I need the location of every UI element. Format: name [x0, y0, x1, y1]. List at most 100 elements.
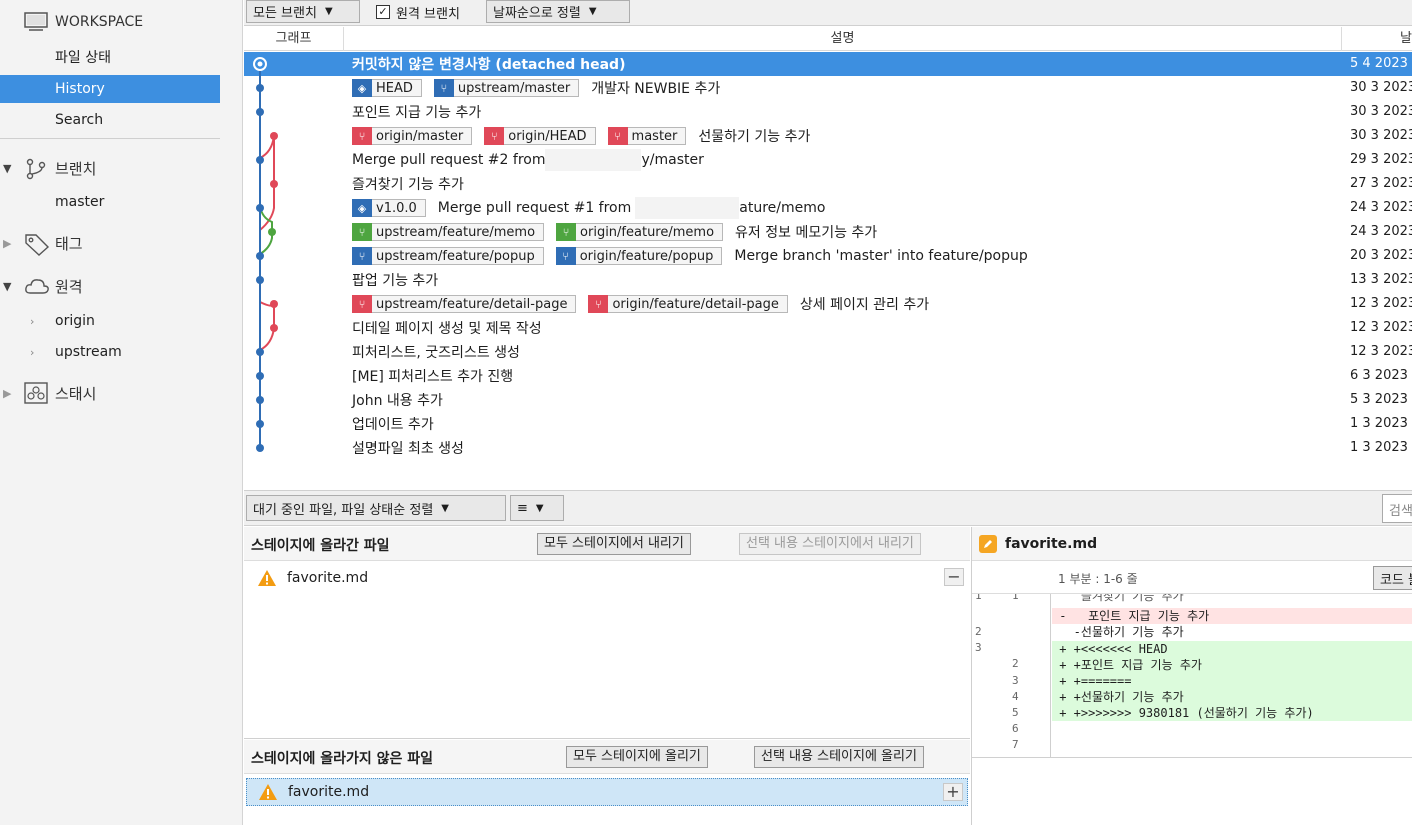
search-input[interactable]: 검색 — [1382, 494, 1412, 523]
stash-header[interactable]: ▶ 스태시 — [0, 379, 243, 407]
branch-icon: ⑂ — [433, 79, 454, 97]
stage-file-button[interactable]: + — [943, 783, 963, 801]
graph-node[interactable] — [270, 300, 278, 308]
branch-badge[interactable]: ⑂ upstream/feature/memo — [352, 223, 545, 241]
remote-branches-checkbox[interactable]: ✓ — [376, 5, 390, 19]
hunk-action-button[interactable]: 코드 블록 — [1373, 566, 1412, 590]
view-mode-dropdown[interactable]: ≡ ▼ — [510, 495, 564, 521]
tags-header[interactable]: ▶ 태그 — [0, 229, 243, 257]
diff-line-removed[interactable]: 2 - 포인트 지급 기능 추가 — [972, 608, 1412, 638]
commit-row[interactable]: ◈ HEAD ⑂ upstream/master 개발자 NEWBIE 추가 30 … — [244, 76, 1412, 100]
branch-badge[interactable]: ⑂ upstream/feature/popup — [352, 247, 544, 265]
commit-description: 상세 페이지 관리 추가 — [799, 297, 930, 313]
sidebar-item-file-status[interactable]: 파일 상태 — [0, 43, 220, 71]
branch-badge[interactable]: ⑂ upstream/master — [433, 79, 580, 97]
sidebar-item-search[interactable]: Search — [0, 106, 220, 134]
tag-badge[interactable]: ◈ v1.0.0 — [352, 199, 426, 217]
graph-node[interactable] — [256, 276, 264, 284]
chevron-down-icon[interactable]: ▼ — [3, 280, 15, 293]
diff-line[interactable]: 3 2 -선물하기 기능 추가 — [972, 624, 1412, 670]
commit-row[interactable]: ⑂ upstream/feature/popup ⑂ origin/feature/… — [244, 244, 1412, 268]
remotes-header[interactable]: ▼ 원격 — [0, 272, 243, 300]
graph-node[interactable] — [256, 204, 264, 212]
remote-branches-toggle[interactable]: ✓ 원격 브랜치 — [376, 2, 460, 22]
graph-node[interactable] — [256, 444, 264, 452]
diff-panel: favorite.md 1 부분 : 1-6 줄 코드 블록 1 1 즐겨찾기 … — [971, 527, 1412, 825]
commit-row[interactable]: 설명파일 최초 생성 1 3 2023 — [244, 436, 1412, 460]
commit-row[interactable]: Merge pull request #2 from y/master 29 3… — [244, 148, 1412, 172]
sidebar-item-history[interactable]: History — [0, 75, 220, 103]
graph-node[interactable] — [270, 324, 278, 332]
unstage-file-button[interactable]: − — [944, 568, 964, 586]
commit-description: Merge branch 'master' into feature/popup — [734, 248, 1028, 264]
stash-label: 스태시 — [55, 384, 97, 403]
diff-line-text: - 포인트 지급 기능 추가 — [1052, 608, 1412, 624]
graph-node[interactable] — [256, 348, 264, 356]
chevron-right-icon[interactable]: ▶ — [3, 387, 15, 400]
workspace-header[interactable]: WORKSPACE — [0, 8, 243, 36]
diff-line-added[interactable]: 6 + +선물하기 기능 추가 — [972, 689, 1412, 735]
sidebar-item-remote-origin[interactable]: › origin — [0, 307, 220, 335]
staged-file-row[interactable]: favorite.md − — [246, 564, 968, 592]
column-header-description[interactable]: 설명 — [344, 27, 1342, 51]
commit-row[interactable]: 커밋하지 않은 변경사항 (detached head) 5 4 2023 — [244, 52, 1412, 76]
unstage-selected-button[interactable]: 선택 내용 스테이지에서 내리기 — [739, 533, 921, 555]
sidebar-item-branch-master[interactable]: master — [0, 188, 220, 216]
stage-selected-button[interactable]: 선택 내용 스테이지에 올리기 — [754, 746, 924, 768]
graph-node[interactable] — [256, 252, 264, 260]
branch-badge[interactable]: ⑂ upstream/feature/detail-page — [352, 295, 577, 313]
column-header-date[interactable]: 날 — [1342, 27, 1412, 51]
commit-description-cell: ⑂ upstream/feature/detail-page ⑂ origin/fe… — [352, 292, 929, 316]
commit-row[interactable]: [ME] 피처리스트 추가 진행 6 3 2023 — [244, 364, 1412, 388]
chevron-right-icon[interactable]: ▶ — [3, 237, 15, 250]
branch-badge[interactable]: ⑂ origin/feature/memo — [556, 223, 724, 241]
commit-row[interactable]: 디테일 페이지 생성 및 제목 작성 12 3 2023 — [244, 316, 1412, 340]
commit-row[interactable]: 즐겨찾기 기능 추가 27 3 2023 — [244, 172, 1412, 196]
branch-badge[interactable]: ⑂ origin/feature/popup — [555, 247, 723, 265]
unstaged-file-row[interactable]: favorite.md + — [246, 778, 968, 806]
graph-node[interactable] — [256, 108, 264, 116]
sort-order-dropdown[interactable]: 날짜순으로 정렬 ▼ — [486, 0, 630, 23]
column-header-graph[interactable]: 그래프 — [244, 27, 344, 51]
graph-node[interactable] — [256, 396, 264, 404]
graph-node[interactable] — [256, 420, 264, 428]
stage-all-button[interactable]: 모두 스테이지에 올리기 — [566, 746, 708, 768]
commit-row[interactable]: ⑂ upstream/feature/memo ⑂ origin/feature/m… — [244, 220, 1412, 244]
graph-node[interactable] — [256, 372, 264, 380]
sidebar-divider — [0, 138, 220, 139]
unstage-all-button[interactable]: 모두 스테이지에서 내리기 — [537, 533, 691, 555]
commit-row[interactable]: 업데이트 추가 1 3 2023 — [244, 412, 1412, 436]
branch-badge[interactable]: ⑂ master — [607, 127, 687, 145]
staged-files-header: 스테이지에 올라간 파일 모두 스테이지에서 내리기 선택 내용 스테이지에서 … — [244, 527, 970, 561]
commit-row[interactable]: 피처리스트, 굿즈리스트 생성 12 3 2023 — [244, 340, 1412, 364]
chevron-right-icon[interactable]: › — [30, 346, 34, 359]
diff-line-text: 즐겨찾기 기능 추가 — [1052, 594, 1184, 603]
commit-row[interactable]: John 내용 추가 5 3 2023 — [244, 388, 1412, 412]
diff-line[interactable]: 1 1 즐겨찾기 기능 추가 — [972, 594, 1412, 604]
graph-node[interactable] — [268, 228, 276, 236]
graph-node[interactable] — [270, 132, 278, 140]
commit-row[interactable]: ⑂ origin/master ⑂ origin/HEAD ⑂ master 선물하기… — [244, 124, 1412, 148]
commit-row[interactable]: ◈ v1.0.0 Merge pull request #1 from ature… — [244, 196, 1412, 220]
diff-line-added[interactable]: 5 + +======= — [972, 673, 1412, 719]
branch-filter-dropdown[interactable]: 모든 브랜치 ▼ — [246, 0, 360, 23]
graph-node[interactable] — [256, 84, 264, 92]
branch-badge[interactable]: ⑂ origin/feature/detail-page — [588, 295, 788, 313]
diff-line-added[interactable]: 7 + +>>>>>>> 9380181 (선물하기 기능 추가) — [972, 705, 1412, 751]
branch-badge[interactable]: ⑂ origin/master — [352, 127, 473, 145]
commit-row[interactable]: 포인트 지급 기능 추가 30 3 2023 — [244, 100, 1412, 124]
branches-header[interactable]: ▼ 브랜치 — [0, 154, 243, 182]
graph-node[interactable] — [270, 180, 278, 188]
file-sort-label: 대기 중인 파일, 파일 상태순 정렬 — [253, 502, 434, 518]
chevron-down-icon[interactable]: ▼ — [3, 162, 15, 175]
sidebar-item-remote-upstream[interactable]: › upstream — [0, 338, 220, 366]
branch-badge[interactable]: ⑂ origin/HEAD — [484, 127, 596, 145]
commit-row[interactable]: 팝업 기능 추가 13 3 2023 — [244, 268, 1412, 292]
chevron-right-icon[interactable]: › — [30, 315, 34, 328]
file-sort-dropdown[interactable]: 대기 중인 파일, 파일 상태순 정렬 ▼ — [246, 495, 506, 521]
tag-badge[interactable]: ◈ HEAD — [352, 79, 422, 97]
diff-line-added[interactable]: 4 + +포인트 지급 기능 추가 — [972, 657, 1412, 703]
commit-row[interactable]: ⑂ upstream/feature/detail-page ⑂ origin/fe… — [244, 292, 1412, 316]
diff-line-added[interactable]: 3 + +<<<<<<< HEAD — [972, 641, 1412, 687]
graph-node[interactable] — [256, 156, 264, 164]
